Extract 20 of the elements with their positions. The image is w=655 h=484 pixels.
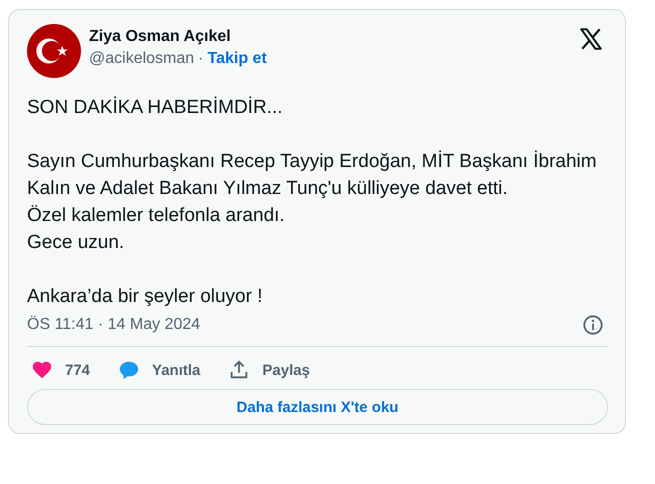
upload-icon bbox=[228, 359, 250, 381]
reply-action[interactable]: Yanıtla bbox=[118, 359, 200, 381]
tweet-text: Gece uzun. bbox=[27, 231, 126, 255]
tweet-text: Ankara’da bir şeyler oluyor ! bbox=[27, 285, 264, 309]
flag-avatar-icon[interactable] bbox=[27, 24, 81, 78]
x-logo-icon[interactable] bbox=[578, 26, 604, 52]
share-action[interactable]: Paylaş bbox=[228, 359, 310, 381]
tweet-text: Özel kalemler telefonla arandı. bbox=[27, 204, 286, 228]
like-action[interactable]: 774 bbox=[31, 359, 90, 381]
author-name[interactable]: Ziya Osman Açıkel bbox=[89, 28, 578, 46]
author-handle[interactable]: @acikelosman bbox=[89, 50, 194, 68]
read-more-button[interactable]: Daha fazlasını X'te oku bbox=[27, 389, 608, 425]
timestamp[interactable]: ÖS 11:41 · 14 May 2024 bbox=[27, 316, 200, 334]
tweet-text: SON DAKİKA HABERİMDİR... bbox=[27, 96, 284, 120]
heart-icon bbox=[31, 359, 53, 381]
tweet-text: Sayın Cumhurbaşkanı Recep Tayyip Erdoğan, MİT Başkanı İbrahim Kalın ve Adalet Bakanı Yılmaz Tunç'u külliyeye davet etti. bbox=[27, 150, 598, 201]
info-icon[interactable] bbox=[582, 314, 604, 336]
follow-link[interactable]: Takip et bbox=[208, 50, 267, 68]
speech-bubble-icon bbox=[118, 359, 140, 381]
separator-dot: · bbox=[198, 50, 204, 68]
